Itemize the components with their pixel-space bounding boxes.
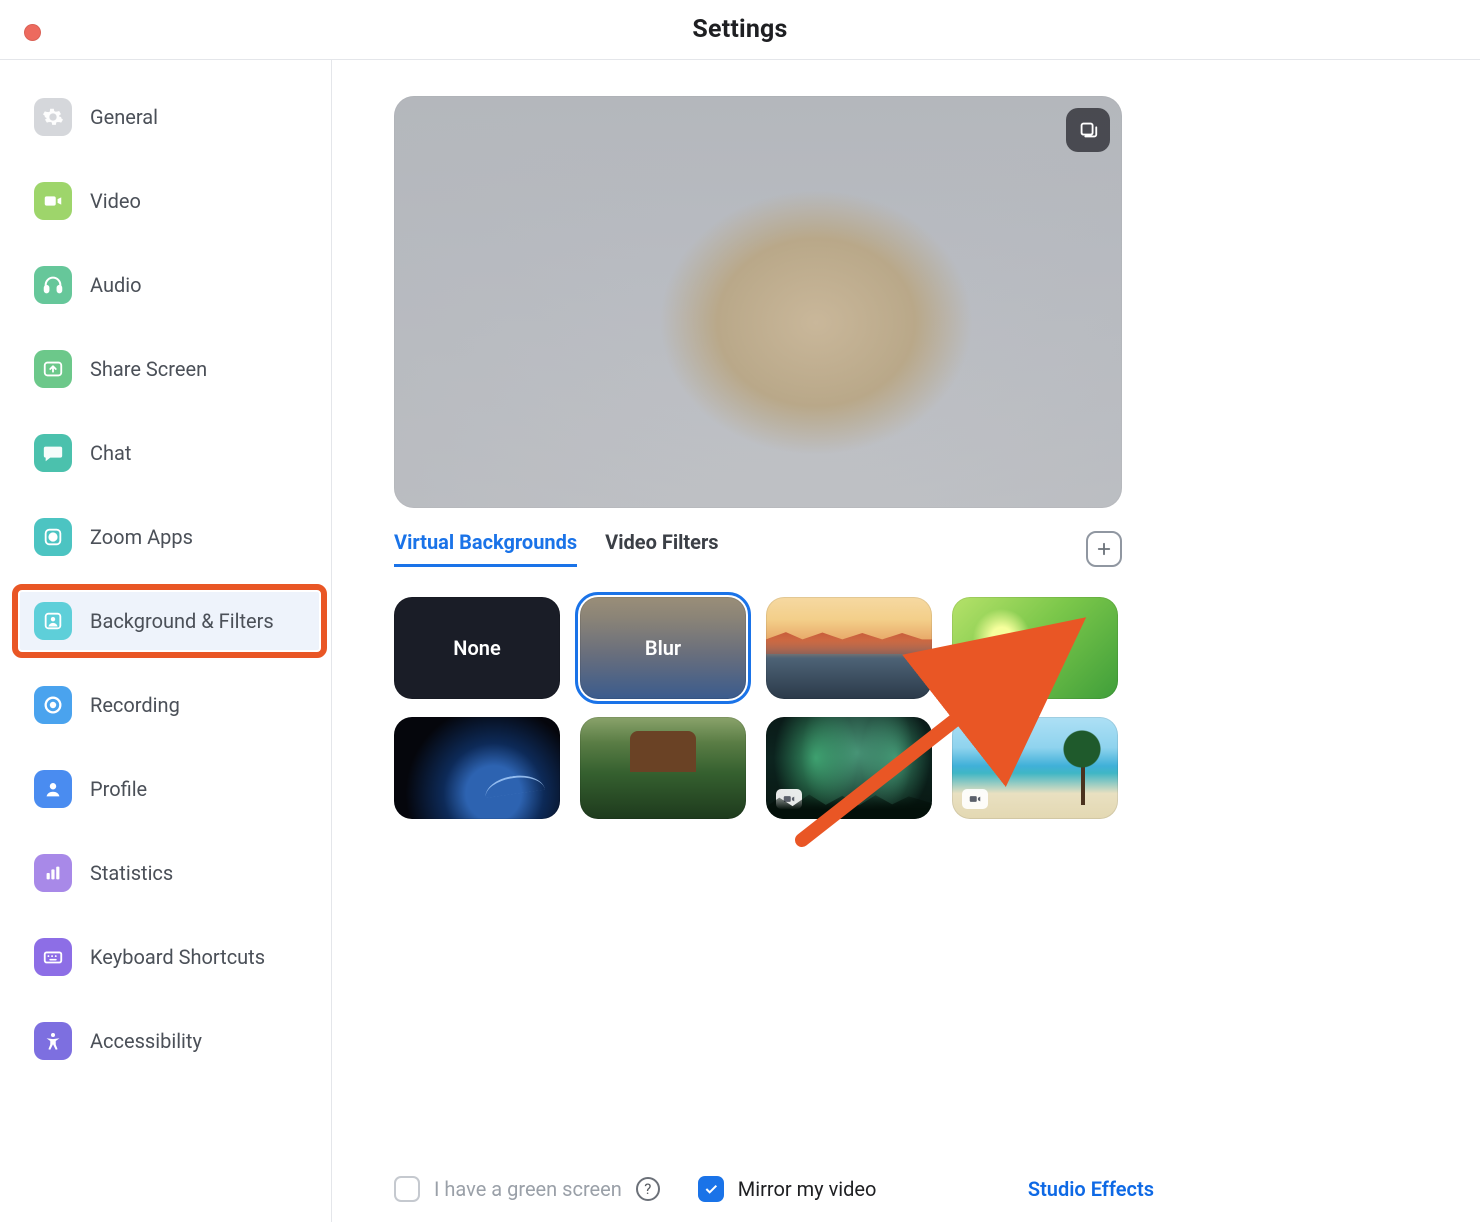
background-tile-earth[interactable] bbox=[394, 717, 560, 819]
titlebar: Settings bbox=[0, 0, 1480, 60]
video-camera-icon bbox=[34, 182, 72, 220]
background-grid: None Blur bbox=[394, 597, 1122, 819]
sidebar-item-profile[interactable]: Profile bbox=[20, 760, 319, 818]
sidebar-item-label: Video bbox=[90, 189, 141, 213]
video-background-badge-icon bbox=[776, 789, 802, 809]
sidebar-item-audio[interactable]: Audio bbox=[20, 256, 319, 314]
tile-label: Blur bbox=[645, 636, 681, 660]
green-screen-checkbox[interactable] bbox=[394, 1176, 420, 1202]
background-tabs: Virtual Backgrounds Video Filters bbox=[394, 530, 719, 567]
headphones-icon bbox=[34, 266, 72, 304]
bar-chart-icon bbox=[34, 854, 72, 892]
background-tile-aurora[interactable] bbox=[766, 717, 932, 819]
apps-icon bbox=[34, 518, 72, 556]
gear-icon bbox=[34, 98, 72, 136]
app-body: General Video Audio Share Screen Chat bbox=[0, 60, 1480, 1222]
sidebar-item-label: Chat bbox=[90, 441, 131, 465]
record-icon bbox=[34, 686, 72, 724]
settings-content: Virtual Backgrounds Video Filters None B… bbox=[332, 60, 1480, 1222]
chat-bubble-icon bbox=[34, 434, 72, 472]
tab-video-filters[interactable]: Video Filters bbox=[605, 530, 718, 567]
sidebar-item-label: General bbox=[90, 105, 158, 129]
sidebar-item-accessibility[interactable]: Accessibility bbox=[20, 1012, 319, 1070]
background-tile-beach[interactable] bbox=[952, 717, 1118, 819]
add-background-button[interactable] bbox=[1086, 531, 1122, 567]
mirror-video-checkbox[interactable] bbox=[698, 1176, 724, 1202]
person-icon bbox=[34, 770, 72, 808]
window-title: Settings bbox=[692, 15, 787, 44]
background-filters-icon bbox=[34, 602, 72, 640]
sidebar-item-statistics[interactable]: Statistics bbox=[20, 844, 319, 902]
background-tile-grass[interactable] bbox=[952, 597, 1118, 699]
settings-sidebar: General Video Audio Share Screen Chat bbox=[0, 60, 332, 1222]
green-screen-help-icon[interactable]: ? bbox=[636, 1177, 660, 1201]
background-tile-bridge[interactable] bbox=[766, 597, 932, 699]
sidebar-item-label: Keyboard Shortcuts bbox=[90, 945, 265, 969]
window-close-button[interactable] bbox=[24, 24, 41, 41]
sidebar-item-label: Zoom Apps bbox=[90, 525, 193, 549]
sidebar-item-label: Recording bbox=[90, 693, 180, 717]
sidebar-item-recording[interactable]: Recording bbox=[20, 676, 319, 734]
background-tile-none[interactable]: None bbox=[394, 597, 560, 699]
sidebar-item-zoom-apps[interactable]: Zoom Apps bbox=[20, 508, 319, 566]
sidebar-item-video[interactable]: Video bbox=[20, 172, 319, 230]
tab-virtual-backgrounds[interactable]: Virtual Backgrounds bbox=[394, 530, 577, 567]
video-background-badge-icon bbox=[962, 789, 988, 809]
tile-label: None bbox=[453, 636, 500, 660]
rotate-camera-button[interactable] bbox=[1066, 108, 1110, 152]
sidebar-item-label: Statistics bbox=[90, 861, 173, 885]
sidebar-item-label: Audio bbox=[90, 273, 142, 297]
sidebar-item-share-screen[interactable]: Share Screen bbox=[20, 340, 319, 398]
sidebar-item-label: Profile bbox=[90, 777, 147, 801]
background-tile-blur[interactable]: Blur bbox=[580, 597, 746, 699]
studio-effects-link[interactable]: Studio Effects bbox=[1028, 1177, 1154, 1201]
sidebar-item-general[interactable]: General bbox=[20, 88, 319, 146]
sidebar-item-label: Accessibility bbox=[90, 1029, 202, 1053]
sidebar-item-background-filters[interactable]: Background & Filters bbox=[20, 592, 319, 650]
sidebar-item-label: Background & Filters bbox=[90, 609, 274, 633]
sidebar-item-chat[interactable]: Chat bbox=[20, 424, 319, 482]
keyboard-icon bbox=[34, 938, 72, 976]
background-tile-jungle[interactable] bbox=[580, 717, 746, 819]
background-footer: I have a green screen ? Mirror my video … bbox=[394, 1164, 1154, 1202]
sidebar-item-keyboard-shortcuts[interactable]: Keyboard Shortcuts bbox=[20, 928, 319, 986]
video-preview bbox=[394, 96, 1122, 508]
accessibility-icon bbox=[34, 1022, 72, 1060]
sidebar-item-label: Share Screen bbox=[90, 357, 207, 381]
green-screen-label: I have a green screen bbox=[434, 1177, 622, 1201]
share-screen-icon bbox=[34, 350, 72, 388]
mirror-video-label: Mirror my video bbox=[738, 1177, 877, 1201]
background-tabs-row: Virtual Backgrounds Video Filters bbox=[394, 530, 1122, 567]
